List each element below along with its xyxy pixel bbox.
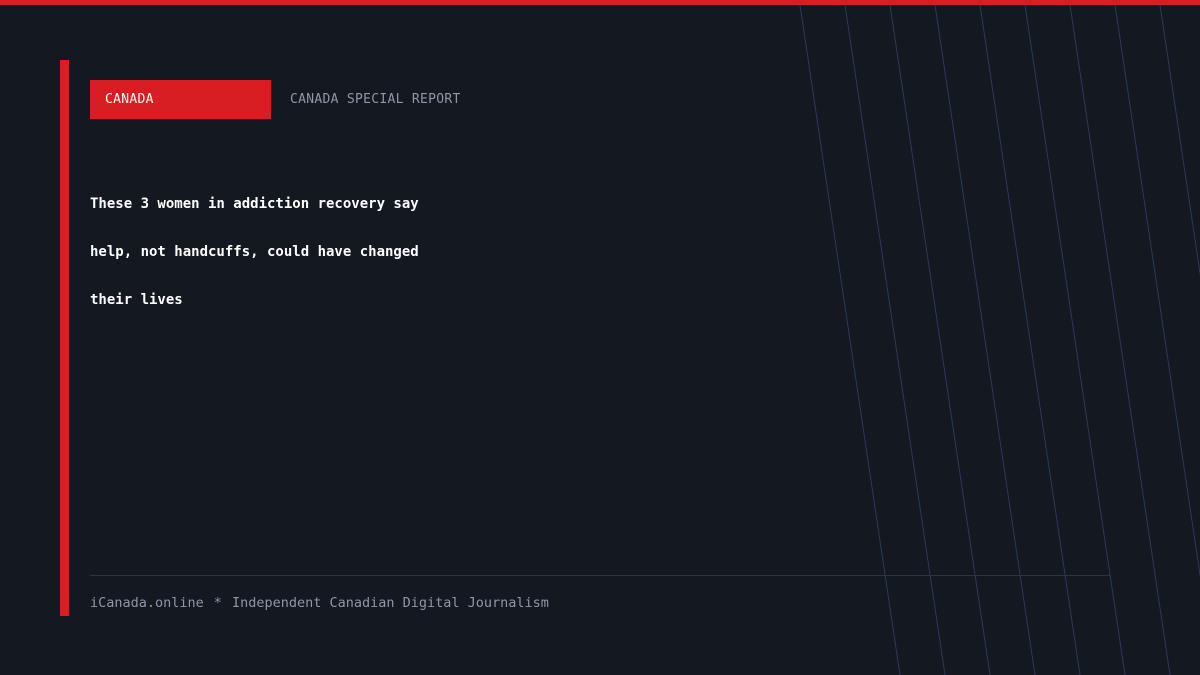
- pattern-line: [1159, 4, 1200, 277]
- report-label: CANADA SPECIAL REPORT: [290, 92, 461, 107]
- footer: iCanada.online * Independent Canadian Digi…: [90, 592, 549, 614]
- headline-line: their lives: [90, 292, 183, 308]
- headline-line: These 3 women in addiction recovery say: [90, 196, 419, 212]
- headline-line: help, not handcuffs, could have changed: [90, 244, 419, 260]
- footer-separator: *: [213, 595, 222, 611]
- top-accent-stripe: [0, 0, 1200, 5]
- footer-divider: [90, 575, 1110, 576]
- headline[interactable]: These 3 women in addiction recovery say …: [90, 180, 570, 324]
- footer-tagline: Independent Canadian Digital Journalism: [231, 595, 549, 611]
- category-tag[interactable]: CANADA: [90, 80, 271, 119]
- pattern-line: [1114, 4, 1200, 578]
- left-accent-bar: [60, 60, 69, 616]
- site-name-link[interactable]: iCanada.online: [90, 595, 204, 611]
